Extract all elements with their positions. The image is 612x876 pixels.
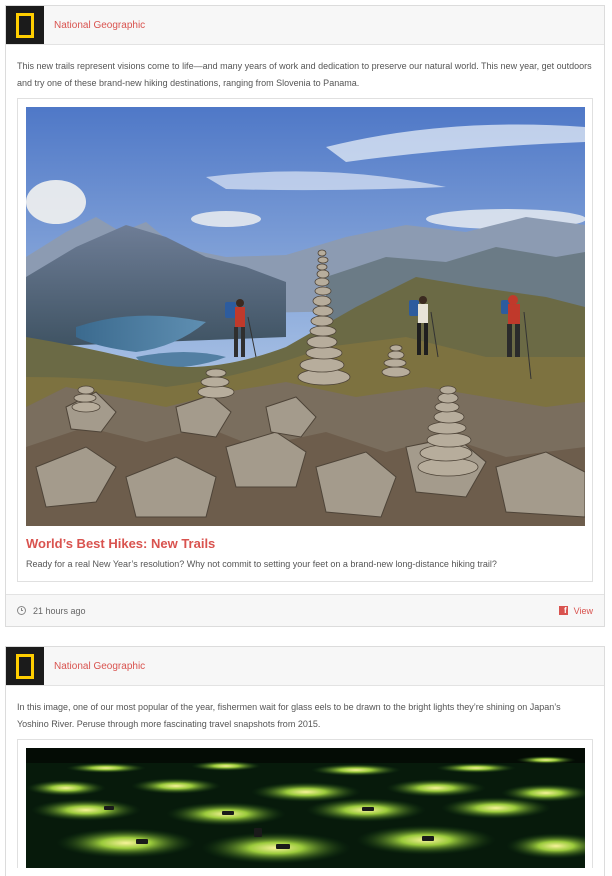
- national-geographic-logo-icon[interactable]: [6, 647, 44, 685]
- post-timestamp: 21 hours ago: [17, 606, 86, 616]
- post-card: National Geographic In this image, one o…: [5, 646, 605, 876]
- link-attachment[interactable]: World’s Best Hikes: New Trails Ready for…: [17, 98, 593, 582]
- post-header: National Geographic: [6, 647, 604, 686]
- post-text: In this image, one of our most popular o…: [17, 702, 561, 729]
- view-on-facebook-link[interactable]: f View: [558, 605, 593, 616]
- post-source-link[interactable]: National Geographic: [54, 661, 145, 672]
- post-time-label: 21 hours ago: [33, 605, 86, 616]
- national-geographic-logo-icon[interactable]: [6, 6, 44, 44]
- attachment-title-link[interactable]: World’s Best Hikes: New Trails: [26, 536, 584, 551]
- link-attachment[interactable]: [17, 739, 593, 868]
- post-header: National Geographic: [6, 6, 604, 45]
- facebook-icon: f: [558, 606, 568, 615]
- hikers-mountain-photo[interactable]: [26, 107, 585, 526]
- post-text: This new trails represent visions come t…: [17, 61, 592, 88]
- post-source-link[interactable]: National Geographic: [54, 20, 145, 31]
- post-footer: 21 hours ago f View: [6, 594, 604, 626]
- view-label: View: [573, 605, 593, 616]
- clock-icon: [17, 606, 26, 615]
- glass-eel-fishermen-photo[interactable]: [26, 748, 585, 868]
- attachment-description: Ready for a real New Year’s resolution? …: [26, 559, 497, 569]
- post-card: National Geographic This new trails repr…: [5, 5, 605, 627]
